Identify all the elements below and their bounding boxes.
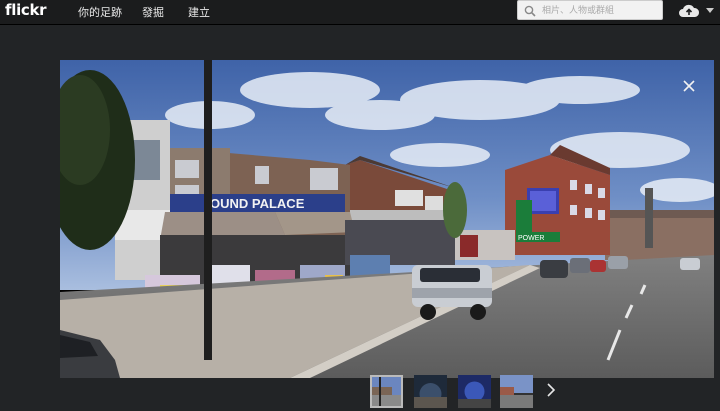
close-icon[interactable] <box>682 79 696 93</box>
search-icon <box>524 5 536 17</box>
cloud-upload-icon[interactable] <box>678 3 700 19</box>
flickr-logo[interactable]: flickr <box>5 1 47 19</box>
thumbnail-1[interactable] <box>370 375 403 408</box>
caret-down-icon[interactable] <box>706 8 714 14</box>
top-bar: flickr 你的足跡 發掘 建立 <box>0 0 720 25</box>
nav-explore[interactable]: 發掘 <box>142 4 164 20</box>
pub-sign-text: POWER <box>518 235 544 242</box>
shop-sign-text: OUND PALACE <box>210 196 305 211</box>
street-view-photo: POWER OUND PALACE <box>60 60 714 378</box>
photo-viewer[interactable]: POWER OUND PALACE <box>60 60 714 378</box>
search-input[interactable] <box>540 2 662 20</box>
chevron-right-icon[interactable] <box>545 380 557 400</box>
thumbnail-4[interactable] <box>500 375 533 408</box>
nav-you[interactable]: 你的足跡 <box>78 4 122 20</box>
nav-create[interactable]: 建立 <box>188 4 210 20</box>
thumbnail-3[interactable] <box>458 375 491 408</box>
thumbnail-2[interactable] <box>414 375 447 408</box>
search-box[interactable] <box>517 0 663 20</box>
